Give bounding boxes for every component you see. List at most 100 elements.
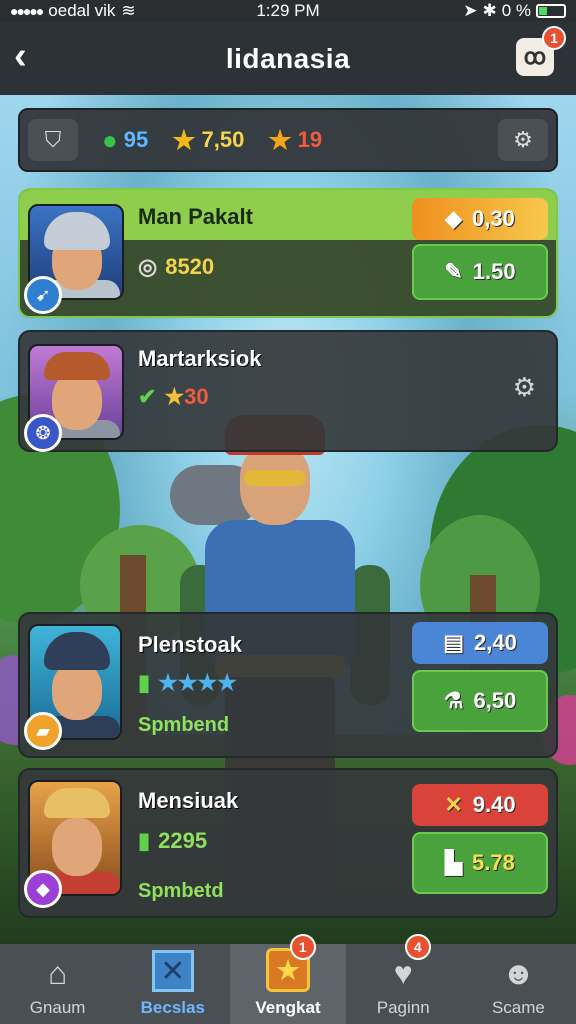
status-bar: ●●●●● oedal vik ≋ 1:29 PM ➤ ✱ 0 % [0, 0, 576, 22]
resource-bar: ⛉ ● 95 ★ 7,50 ★ 19 ⚙ [18, 108, 558, 172]
battery-percent: 0 % [501, 1, 531, 20]
card-stat-value: 8520 [165, 254, 215, 279]
folder-badge-icon: ▰ [24, 712, 62, 750]
portrait-face [52, 662, 102, 720]
corner-menu-button[interactable]: ꝏ 1 [516, 26, 566, 76]
token-counter: ★ 19 [268, 125, 322, 156]
token-star-icon: ★ [268, 124, 292, 155]
tab-vengkat[interactable]: ★ Vengkat 1 [230, 934, 346, 1024]
status-right: ➤ ✱ 0 % [463, 1, 566, 21]
price-pill[interactable]: ▤ 2,40 [412, 622, 548, 664]
person-icon: ☻ [501, 955, 536, 991]
battery-icon [536, 4, 566, 18]
star-icon: ★ [164, 384, 185, 409]
target-icon: ◎ [138, 254, 158, 279]
star-icon: ★ [172, 124, 196, 155]
notification-badge: 1 [289, 934, 316, 960]
crossed-swords-icon: ✕ [444, 792, 463, 817]
upgrade-value: 5.78 [472, 850, 515, 875]
card-stat: ◎ 8520 [138, 254, 214, 280]
upgrade-value: 1.50 [472, 259, 516, 284]
book-icon: ▤ [443, 630, 464, 655]
tab-battles[interactable]: ✕ Becslas [115, 944, 230, 1024]
token-value: 19 [297, 127, 323, 152]
emblem-badge-icon: ❂ [24, 414, 62, 452]
hero-card[interactable]: ❂ Martarksiok ✔ ★ 30 ⚙ [18, 330, 558, 452]
tab-home[interactable]: ⌂ Gnaum [0, 944, 115, 1024]
status-left: ●●●●● oedal vik ≋ [10, 1, 136, 21]
gem-badge-icon: ◆ [24, 870, 62, 908]
tab-profile[interactable]: ☻ Scame [461, 944, 576, 1024]
settings-button[interactable]: ⚙ [498, 119, 548, 161]
crystal-icon: ◆ [445, 206, 463, 231]
notification-badge: 4 [404, 934, 431, 960]
tab-label: Vengkat [255, 998, 321, 1017]
card-subtext: Spmbend [138, 714, 230, 736]
potion-icon: ▮ [138, 670, 151, 695]
hero-goggles [244, 470, 306, 486]
tab-label: Paginn [376, 998, 430, 1017]
tab-label: Becslas [140, 998, 205, 1017]
carrier-name: oedal vik [48, 1, 116, 20]
tab-label: Gnaum [29, 998, 86, 1017]
gem-value: 95 [123, 127, 149, 152]
card-name: Mensiuak [138, 788, 239, 813]
price-pill[interactable]: ✕ 9.40 [412, 784, 548, 826]
potion-icon: ▮ [138, 828, 151, 853]
back-button[interactable]: ‹ [14, 36, 54, 76]
upgrade-button[interactable]: ⚗ 6,50 [412, 670, 548, 732]
gem-icon: ● [102, 124, 118, 155]
card-name: Martarksiok [138, 346, 262, 371]
flask-icon: ⚗ [443, 688, 464, 713]
tab-paginn[interactable]: ♥ Paginn 4 [346, 934, 461, 1024]
arrow-badge-icon: ➹ [24, 276, 62, 314]
location-icon: ➤ [463, 1, 478, 20]
signal-icon: ●●●●● [10, 3, 44, 19]
price-value: 9.40 [472, 792, 516, 817]
hero-card[interactable]: ➹ Man Pakalt ◎ 8520 ◆ 0,30 ✎ 1.50 [18, 188, 558, 318]
card-stat: ✔ ★ 30 [138, 384, 209, 410]
chevron-left-icon: ‹ [14, 35, 27, 77]
rating-stars-icon: ★★★★ [158, 670, 237, 695]
tab-label: Scame [491, 998, 545, 1017]
portrait-hair [44, 352, 110, 380]
star-value: 7,50 [201, 127, 245, 152]
star-rating: ▮ ★★★★ [138, 670, 237, 696]
wifi-icon: ≋ [121, 1, 136, 20]
upgrade-button[interactable]: ▙ 5.78 [412, 832, 548, 894]
wrench-icon: ✎ [444, 259, 463, 284]
home-icon: ⌂ [47, 955, 68, 991]
gem-counter: ● 95 [102, 125, 148, 156]
hero-card[interactable]: ◆ Mensiuak ▮ 2295 Spmbetd ✕ 9.40 ▙ 5.78 [18, 768, 558, 918]
card-name: Plenstoak [138, 632, 242, 657]
bluetooth-icon: ✱ [482, 1, 497, 20]
star-counter: ★ 7,50 [172, 125, 244, 156]
price-value: 0,30 [472, 206, 515, 231]
check-icon: ✔ [138, 384, 157, 409]
heart-icon: ♥ [393, 955, 413, 991]
crossed-swords-icon: ✕ [151, 950, 194, 992]
hero-card[interactable]: ▰ Plenstoak ▮ ★★★★ Spmbend ▤ 2,40 ⚗ 6,50 [18, 612, 558, 758]
price-value: 2,40 [473, 630, 517, 655]
portrait-helmet [44, 212, 110, 250]
card-stat: ▮ 2295 [138, 828, 207, 854]
card-name: Man Pakalt [138, 204, 253, 229]
shield-button[interactable]: ⛉ [28, 119, 78, 161]
boot-icon: ▙ [445, 850, 463, 875]
portrait-face [52, 818, 102, 876]
portrait-hair [44, 788, 110, 818]
card-subtext: Spmbetd [138, 880, 224, 902]
notification-badge: 1 [542, 26, 566, 50]
portrait-hat [44, 632, 110, 670]
gear-icon[interactable]: ⚙ [513, 372, 536, 403]
card-stat-value: 30 [184, 384, 209, 409]
title-bar: ‹ lidanasia ꝏ 1 [0, 22, 576, 95]
card-stat-value: 2295 [158, 828, 208, 853]
price-pill[interactable]: ◆ 0,30 [412, 198, 548, 240]
infinity-icon: ꝏ [523, 44, 547, 69]
upgrade-button[interactable]: ✎ 1.50 [412, 244, 548, 300]
page-title: lidanasia [225, 42, 351, 74]
shield-icon: ⛉ [44, 127, 62, 152]
bottom-nav: ⌂ Gnaum ✕ Becslas ★ Vengkat 1 ♥ Paginn 4… [0, 934, 576, 1024]
portrait-face [52, 372, 102, 430]
